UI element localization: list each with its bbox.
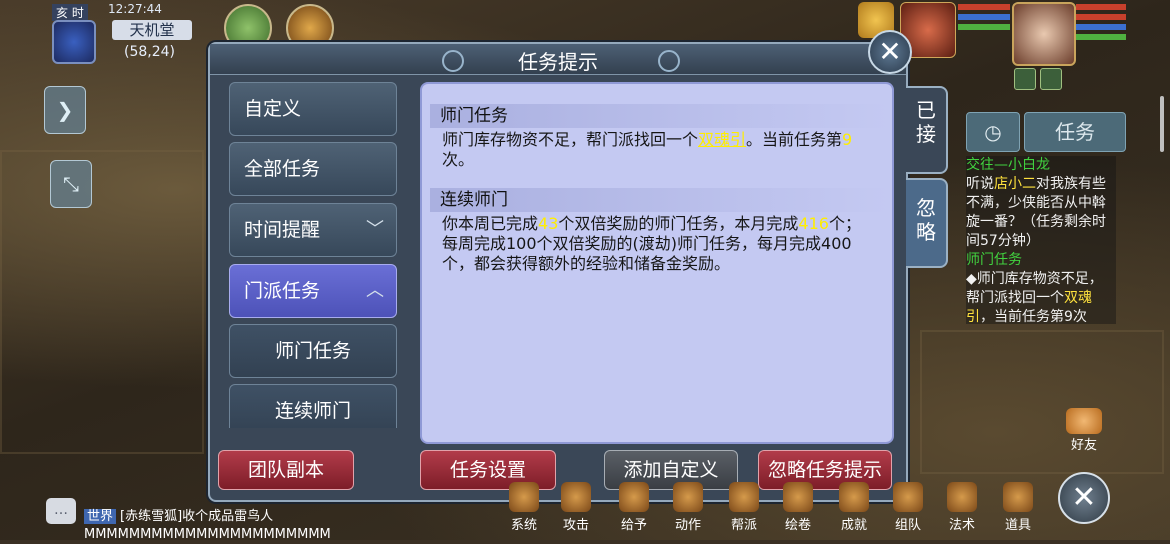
system-button[interactable]: 系统: [500, 480, 548, 540]
summon-status-bars: [958, 4, 1010, 34]
player-status-bars: [1076, 4, 1126, 44]
close-icon[interactable]: ✕: [868, 30, 912, 74]
attack-button[interactable]: 攻击: [552, 480, 600, 540]
menu-item-time-reminder[interactable]: 时间提醒 ﹀: [229, 203, 397, 257]
chevron-down-icon: ﹀: [366, 219, 384, 240]
scene-decoration: [0, 150, 204, 454]
tab-accepted[interactable]: 已接: [906, 86, 948, 174]
fullscreen-icon[interactable]: ⤡: [50, 160, 92, 208]
achievement-icon: [839, 482, 869, 512]
system-icon: [509, 482, 539, 512]
chat-bubble-icon[interactable]: …: [46, 498, 76, 524]
minimap-icon[interactable]: [52, 20, 96, 64]
guild-icon: [729, 482, 759, 512]
menu-subitem-continuous-master[interactable]: 连续师门: [229, 384, 397, 428]
team-dungeon-button[interactable]: 团队副本: [218, 450, 354, 490]
tab-ignored[interactable]: 忽略: [906, 178, 948, 268]
timer-icon[interactable]: ◷: [966, 112, 1020, 152]
expand-arrow-icon[interactable]: ❯: [44, 86, 86, 134]
chat-preview[interactable]: … 世界 [赤练雪狐]收个成品雷鸟人MMMMMMMMMMMMMMMMMMMMMM: [46, 496, 356, 542]
section-title: 连续师门: [430, 188, 890, 212]
task-category-menu: 自定义 全部任务 时间提醒 ﹀ 门派任务 ︿ 师门任务 连续师门: [229, 82, 397, 428]
dialog-title: 任务提示: [518, 50, 598, 74]
scene-decoration: [920, 330, 1164, 474]
treasure-chest-icon: [1003, 482, 1033, 512]
scroll-icon: [783, 482, 813, 512]
scroll-indicator[interactable]: [1160, 96, 1164, 152]
give-button[interactable]: 给予: [610, 480, 658, 540]
give-icon: [619, 482, 649, 512]
task-tips-dialog: 任务提示 自定义 全部任务 时间提醒 ﹀ 门派任务 ︿ 师门任务 连续师门 师门…: [208, 42, 908, 502]
dialog-header: 任务提示: [210, 44, 906, 75]
item-link[interactable]: 双魂引: [698, 130, 746, 149]
team-button[interactable]: 组队: [884, 480, 932, 540]
location-name: 天机堂: [112, 20, 192, 40]
chat-message: 世界 [赤练雪狐]收个成品雷鸟人MMMMMMMMMMMMMMMMMMMMMM: [84, 509, 331, 542]
menu-subitem-master-task[interactable]: 师门任务: [229, 324, 397, 378]
quest-tracker-list[interactable]: 交往—小白龙 听说店小二对我族有些不满，少侠能否从中斡旋一番？（任务剩余时间57…: [966, 156, 1116, 324]
swirl-ornament-icon: [658, 50, 680, 72]
action-icon: [673, 482, 703, 512]
npc-link[interactable]: 店小二: [994, 176, 1036, 192]
inventory-button[interactable]: 道具: [994, 480, 1042, 540]
menu-item-all-tasks[interactable]: 全部任务: [229, 142, 397, 196]
quest-description: ◆师门库存物资不足，帮门派找回一个双魂引，当前任务第9次: [966, 271, 1103, 324]
quest-title[interactable]: 师门任务: [966, 251, 1116, 270]
scroll-button[interactable]: 绘卷: [774, 480, 822, 540]
section-title: 师门任务: [430, 104, 890, 128]
skill-button[interactable]: 法术: [938, 480, 986, 540]
task-detail-panel: 师门任务 师门库存物资不足，帮门派找回一个双魂引。当前任务第9次。 连续师门 你…: [420, 82, 894, 444]
chat-channel-tag: 世界: [84, 509, 117, 524]
quest-description: 听说店小二对我族有些不满，少侠能否从中斡旋一番？（任务剩余时间57分钟）: [966, 176, 1106, 249]
attack-icon: [561, 482, 591, 512]
skill-icon: [947, 482, 977, 512]
buff-icon[interactable]: [1014, 68, 1036, 90]
menu-item-custom[interactable]: 自定义: [229, 82, 397, 136]
quest-tracker-tabs: ◷ 任务: [966, 112, 1126, 152]
guild-button[interactable]: 帮派: [720, 480, 768, 540]
quest-title[interactable]: 交往—小白龙: [966, 156, 1116, 175]
buff-icon[interactable]: [1040, 68, 1062, 90]
team-icon: [893, 482, 923, 512]
time-period-tag: 亥 时: [52, 4, 88, 21]
achievement-button[interactable]: 成就: [830, 480, 878, 540]
menu-item-sect-tasks[interactable]: 门派任务 ︿: [229, 264, 397, 318]
quest-tracker-tab[interactable]: 任务: [1024, 112, 1126, 152]
section-text: 师门库存物资不足，帮门派找回一个双魂引。当前任务第9次。: [442, 130, 853, 169]
location-info[interactable]: 亥 时 12:27:44 天机堂 (58,24): [52, 2, 192, 64]
action-button[interactable]: 动作: [664, 480, 712, 540]
section-text: 你本周已完成43个双倍奖励的师门任务，本月完成416个；每周完成100个双倍奖励…: [442, 214, 861, 273]
player-avatar[interactable]: [1012, 2, 1076, 66]
clock-text: 12:27:44: [108, 2, 162, 16]
handshake-icon: [1066, 408, 1102, 434]
bottom-action-bar: 系统 攻击 给予 动作 帮派 绘卷 成就 组队 法术 道具: [500, 480, 1060, 540]
location-coords: (58,24): [124, 44, 176, 60]
close-bar-icon[interactable]: ✕: [1058, 472, 1110, 524]
friends-button[interactable]: 好友: [1062, 408, 1106, 453]
chevron-up-icon: ︿: [366, 280, 384, 301]
